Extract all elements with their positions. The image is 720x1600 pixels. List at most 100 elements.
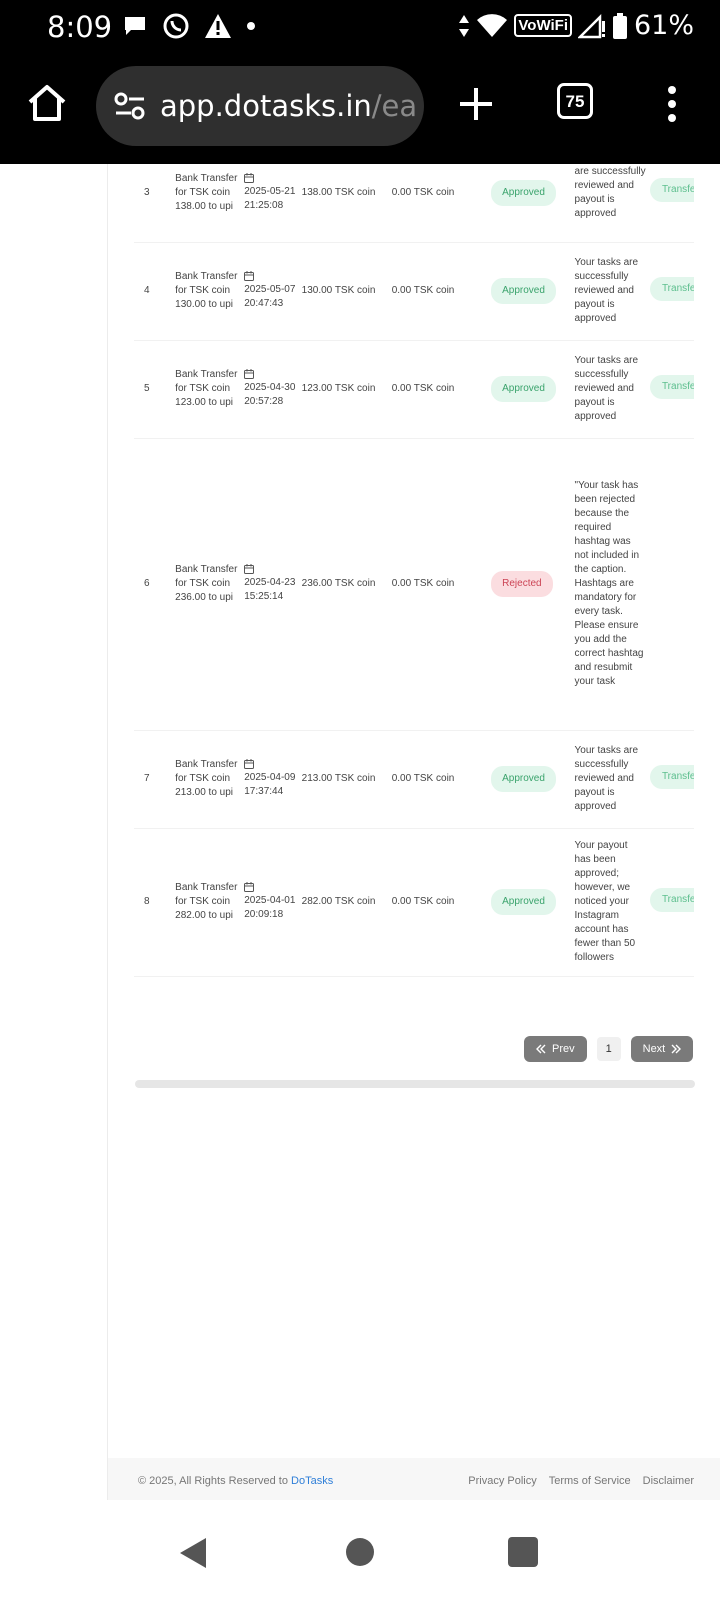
row-date-cell: 2025-04-09 17:37:44 — [244, 730, 302, 829]
row-remark: "Your task has been rejected because the… — [574, 438, 650, 731]
double-chevron-left-icon — [536, 1044, 546, 1054]
row-date: 2025-05-07 20:47:43 — [244, 284, 296, 309]
row-remark: Your tasks are successfully reviewed and… — [574, 242, 650, 341]
row-status-cell: Approved — [491, 730, 575, 829]
transfer-button[interactable]: Transfer — [649, 374, 694, 399]
pagination: Prev 1 Next — [524, 1036, 694, 1062]
row-remark: Your tasks are successfully reviewed and… — [574, 340, 650, 439]
notification-icons — [122, 12, 256, 40]
row-date: 2025-04-30 20:57:28 — [244, 382, 296, 407]
table-row: 7 Bank Transfer for TSK coin 213.00 to up… — [134, 730, 694, 829]
battery-percentage: 61% — [633, 10, 694, 41]
copyright-text: © 2025, All Rights Reserved to DoTasks — [138, 1475, 333, 1487]
privacy-policy-link[interactable]: Privacy Policy — [468, 1475, 536, 1487]
page-content: 3 Bank Transfer for TSK coin 138.00 to up… — [0, 144, 720, 1504]
row-action-cell: Transfer — [649, 730, 694, 829]
row-action-cell: Transfer — [649, 242, 694, 341]
table-row: 5 Bank Transfer for TSK coin 123.00 to up… — [134, 340, 694, 439]
row-fee: 0.00 TSK coin — [391, 828, 492, 977]
row-amount: 130.00 TSK coin — [301, 242, 392, 341]
row-fee: 0.00 TSK coin — [391, 730, 492, 829]
row-id: 8 — [134, 828, 176, 977]
row-date-cell: 2025-04-30 20:57:28 — [244, 340, 302, 439]
row-action-cell: Transfer — [649, 144, 694, 243]
address-bar[interactable]: app.dotasks.in/ea — [96, 66, 424, 146]
home-icon[interactable] — [26, 82, 68, 124]
transfer-button[interactable]: Transfer — [649, 764, 694, 789]
transfer-button[interactable]: Transfer — [649, 887, 694, 912]
copyright-label: © 2025, All Rights Reserved to — [138, 1475, 288, 1487]
transfer-button[interactable]: Transfer — [649, 178, 694, 203]
row-status-cell: Approved — [491, 242, 575, 341]
row-fee: 0.00 TSK coin — [391, 242, 492, 341]
row-description: Bank Transfer for TSK coin 236.00 to upi — [175, 438, 245, 731]
row-date: 2025-05-21 21:25:08 — [244, 185, 296, 211]
row-date-cell: 2025-05-21 21:25:08 — [244, 144, 302, 243]
row-date: 2025-04-01 20:09:18 — [244, 895, 296, 920]
row-amount: 236.00 TSK coin — [301, 438, 392, 731]
url-path: /ea — [371, 89, 418, 123]
row-remark: Your payout has been approved; however, … — [574, 828, 650, 977]
row-remark: Your tasks are successfully reviewed and… — [574, 730, 650, 829]
page-number-button[interactable]: 1 — [596, 1037, 621, 1061]
row-id: 3 — [134, 144, 176, 243]
double-chevron-right-icon — [671, 1044, 682, 1054]
row-date: 2025-04-09 17:37:44 — [244, 772, 296, 797]
back-icon[interactable] — [178, 1536, 208, 1570]
next-label: Next — [642, 1043, 666, 1055]
row-status-cell: Approved — [491, 828, 575, 977]
prev-page-button[interactable]: Prev — [524, 1036, 587, 1062]
row-id: 6 — [134, 438, 176, 731]
overflow-menu-icon[interactable] — [664, 84, 680, 124]
calendar-icon — [244, 172, 255, 183]
warning-icon — [205, 14, 231, 38]
row-action-cell: Transfer — [649, 828, 694, 977]
new-tab-icon[interactable] — [456, 84, 496, 124]
terms-of-service-link[interactable]: Terms of Service — [549, 1475, 631, 1487]
disclaimer-link[interactable]: Disclaimer — [643, 1475, 694, 1487]
home-nav-icon[interactable] — [346, 1538, 374, 1566]
row-fee: 0.00 TSK coin — [391, 144, 492, 243]
brand-link[interactable]: DoTasks — [291, 1475, 333, 1487]
battery-icon — [612, 12, 627, 39]
system-icons: VoWiFi 61% — [458, 10, 694, 41]
status-badge: Approved — [491, 278, 556, 304]
row-status-cell: Rejected — [491, 438, 575, 731]
transactions-table: 3 Bank Transfer for TSK coin 138.00 to up… — [134, 144, 694, 977]
tab-switcher-button[interactable]: 75 — [557, 83, 593, 119]
row-remark: are successfully reviewed and payout is … — [574, 144, 650, 243]
row-amount: 138.00 TSK coin — [301, 144, 392, 243]
row-id: 5 — [134, 340, 176, 439]
transactions-table-container[interactable]: 3 Bank Transfer for TSK coin 138.00 to up… — [134, 144, 694, 977]
prev-label: Prev — [552, 1043, 575, 1055]
row-description: Bank Transfer for TSK coin 213.00 to upi — [175, 730, 245, 829]
row-action-cell: Transfer — [649, 340, 694, 439]
transfer-button[interactable]: Transfer — [649, 276, 694, 301]
url-text: app.dotasks.in/ea — [160, 89, 417, 123]
calendar-icon — [244, 369, 255, 379]
signal-icon — [577, 13, 605, 38]
row-amount: 123.00 TSK coin — [301, 340, 392, 439]
horizontal-scrollbar[interactable] — [135, 1080, 695, 1088]
row-amount: 282.00 TSK coin — [301, 828, 392, 977]
row-amount: 213.00 TSK coin — [301, 730, 392, 829]
calendar-icon — [244, 564, 255, 574]
row-date: 2025-04-23 15:25:14 — [244, 577, 296, 602]
vowifi-label: VoWiFi — [514, 14, 572, 37]
site-footer: © 2025, All Rights Reserved to DoTasks P… — [108, 1458, 720, 1504]
calendar-icon — [244, 882, 255, 892]
row-fee: 0.00 TSK coin — [391, 438, 492, 731]
status-badge: Approved — [491, 179, 556, 206]
recent-apps-icon[interactable] — [508, 1537, 538, 1567]
table-row: 3 Bank Transfer for TSK coin 138.00 to up… — [134, 144, 694, 243]
site-settings-icon[interactable] — [114, 91, 146, 121]
status-badge: Approved — [491, 766, 556, 792]
row-date-cell: 2025-04-23 15:25:14 — [244, 438, 302, 731]
url-domain: app.dotasks.in — [160, 89, 372, 123]
chat-icon — [125, 17, 145, 35]
table-row: 6 Bank Transfer for TSK coin 236.00 to up… — [134, 438, 694, 731]
next-page-button[interactable]: Next — [630, 1036, 694, 1062]
row-id: 4 — [134, 242, 176, 341]
row-date-cell: 2025-05-07 20:47:43 — [244, 242, 302, 341]
system-navigation-bar — [0, 1500, 720, 1600]
